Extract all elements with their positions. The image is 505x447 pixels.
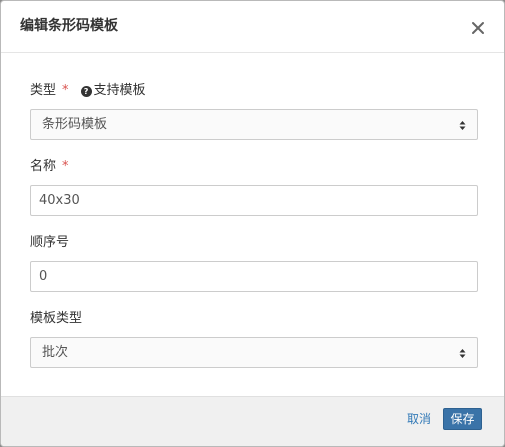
dialog-footer: 取消 保存 <box>1 396 504 446</box>
required-mark: * <box>62 159 69 174</box>
dialog-header: 编辑条形码模板 <box>1 1 504 53</box>
name-label-row: 名称 * <box>30 158 69 176</box>
template-type-select-value: 批次 <box>42 345 69 360</box>
order-label-row: 顺序号 <box>30 234 69 252</box>
cancel-button[interactable]: 取消 <box>407 410 431 428</box>
save-button[interactable]: 保存 <box>443 408 482 430</box>
type-label-row: 类型 *? 支持模板 <box>30 82 146 100</box>
select-caret-icon <box>459 349 466 358</box>
required-mark: * <box>62 83 69 98</box>
template-type-label: 模板类型 <box>30 311 83 326</box>
template-type-label-row: 模板类型 <box>30 310 82 328</box>
order-input-value: 0 <box>39 269 48 284</box>
type-select[interactable]: 条形码模板 <box>30 109 478 140</box>
support-template-help[interactable]: ? 支持模板 <box>80 82 146 100</box>
help-text: 支持模板 <box>93 83 146 98</box>
dialog-title: 编辑条形码模板 <box>20 18 118 34</box>
edit-barcode-template-dialog: 编辑条形码模板 类型*?支持模板 条形码模板 名称* 40x30 顺序号 <box>0 0 505 447</box>
select-caret-icon <box>459 121 466 130</box>
name-input-value: 40x30 <box>39 193 80 208</box>
close-icon <box>472 22 484 34</box>
order-label: 顺序号 <box>30 235 70 250</box>
name-label: 名称 <box>30 159 57 174</box>
template-type-select[interactable]: 批次 <box>30 337 478 368</box>
order-input[interactable]: 0 <box>30 261 478 292</box>
dialog-body: 类型 *? 支持模板 条形码模板 名称 * 40x30 顺序号 0 模板类型 批次 <box>1 53 504 396</box>
question-circle-icon: ? <box>80 86 92 97</box>
type-label: 类型 <box>30 83 57 98</box>
close-button[interactable] <box>468 18 488 38</box>
name-input[interactable]: 40x30 <box>30 185 478 216</box>
type-select-value: 条形码模板 <box>42 117 108 132</box>
